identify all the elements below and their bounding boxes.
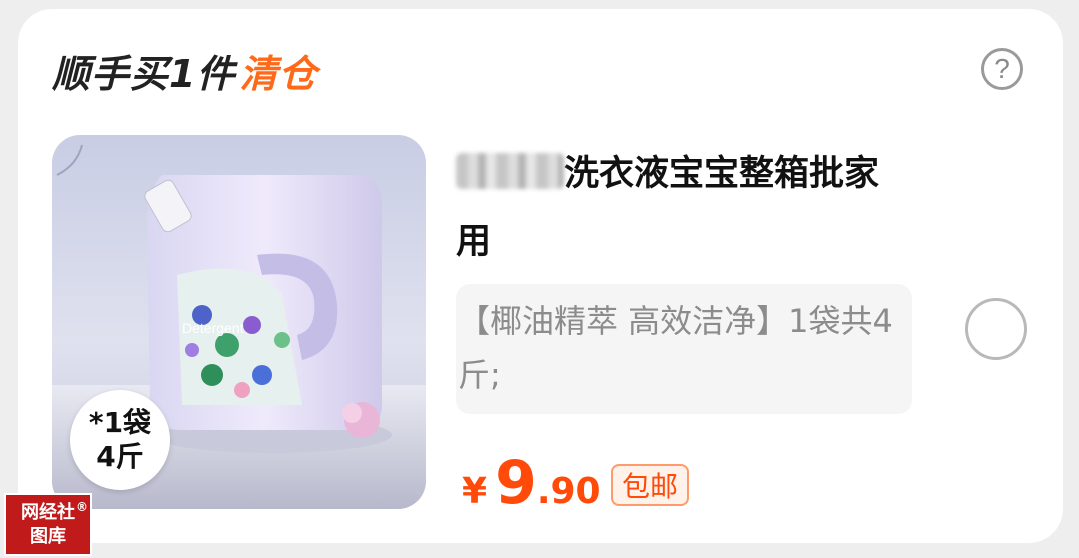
question-circle-icon[interactable]: ? (981, 48, 1023, 90)
price-currency: ¥ (462, 471, 488, 512)
product-spec[interactable]: 【椰油精萃 高效洁净】1袋共4斤; (456, 284, 912, 414)
product-title[interactable]: 洗衣液宝宝整箱批家用 (456, 140, 906, 276)
select-radio-button[interactable] (965, 298, 1027, 360)
section-title-main: 顺手买1件 (52, 51, 236, 96)
product-price: ¥ 9 .90 (462, 448, 601, 518)
section-title: 顺手买1件 清仓 (52, 40, 317, 100)
registered-mark: ® (76, 500, 88, 514)
quantity-badge-line2: 4斤 (96, 440, 144, 473)
bottle-label-text: Detergent (182, 320, 244, 336)
section-title-accent: 清仓 (239, 51, 318, 96)
watermark-logo: 网经社 图库 ® (4, 493, 92, 556)
quantity-badge: *1袋 4斤 (70, 390, 170, 490)
price-integer: 9 (495, 448, 537, 518)
free-shipping-text: 包邮 (621, 470, 678, 503)
product-spec-text: 【椰油精萃 高效洁净】1袋共4斤; (458, 302, 893, 394)
free-shipping-tag: 包邮 (611, 464, 689, 506)
help-symbol: ? (994, 53, 1010, 84)
watermark-line2: 图库 (30, 526, 66, 547)
quantity-badge-line1: *1袋 (88, 406, 152, 439)
price-decimal: .90 (536, 471, 601, 512)
blurred-brand (456, 153, 564, 189)
